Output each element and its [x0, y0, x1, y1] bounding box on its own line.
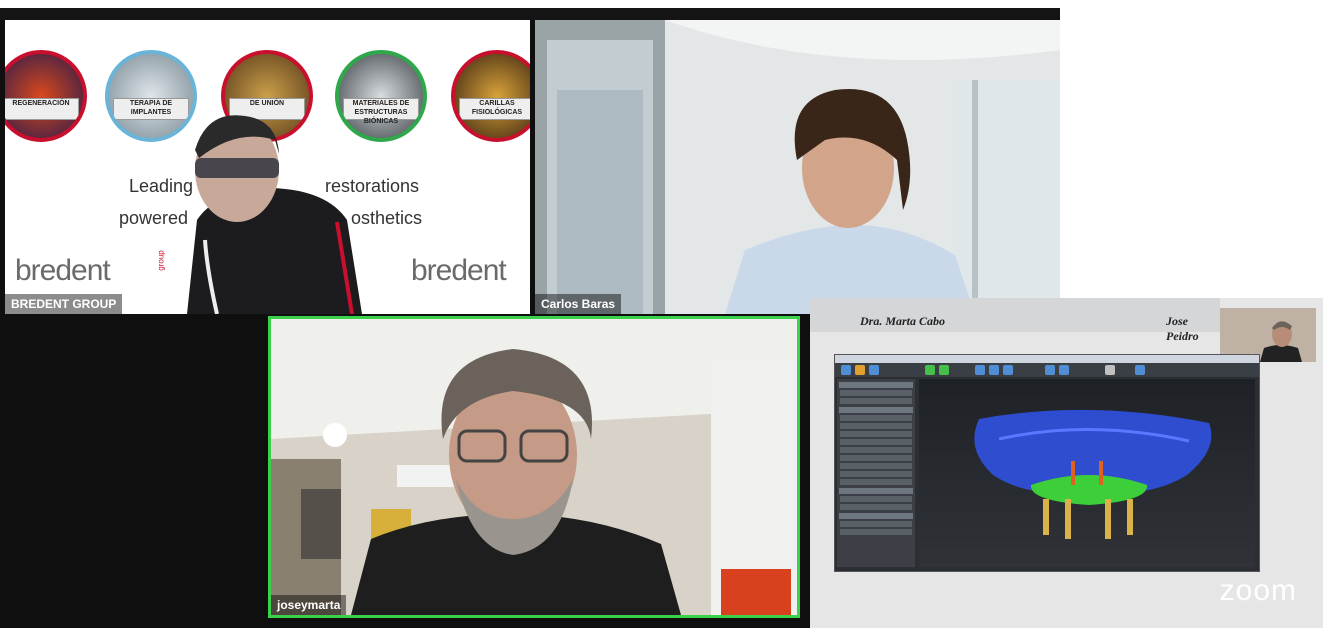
panel-row[interactable] [840, 504, 912, 510]
participant-name-joseymarta: joseymarta [271, 595, 347, 615]
share-title-left: Dra. Marta Cabo [860, 314, 946, 328]
presenter-video-bredent [187, 115, 362, 314]
participant-video-carlos [535, 20, 1060, 314]
panel-section-header [839, 488, 913, 494]
video-tile-bredent-group[interactable]: REGENERACIÓN TERAPIA DE IMPLANTES DE UNI… [5, 20, 530, 314]
badge-caption: CARILLAS FISIOLÓGICAS [459, 98, 530, 120]
app-toolbar[interactable] [835, 363, 1259, 377]
toolbar-button[interactable] [975, 365, 985, 375]
dental-implant-model [974, 409, 1212, 539]
toolbar-button[interactable] [1059, 365, 1069, 375]
panel-row[interactable] [840, 447, 912, 453]
video-tile-carlos-baras[interactable]: Carlos Baras [535, 20, 1060, 314]
badge-caption: REGENERACIÓN [5, 98, 79, 120]
panel-row[interactable] [840, 431, 912, 437]
panel-section-header [839, 513, 913, 519]
share-title-right: Jose Peidro [1166, 314, 1199, 343]
toolbar-button[interactable] [925, 365, 935, 375]
panel-row[interactable] [840, 390, 912, 396]
top-black-bar [0, 8, 1060, 20]
3d-viewport[interactable] [919, 379, 1255, 567]
panel-row[interactable] [840, 423, 912, 429]
panel-row[interactable] [840, 455, 912, 461]
badge-carillas: CARILLAS FISIOLÓGICAS [451, 50, 530, 142]
dental-cad-application[interactable] [834, 354, 1260, 572]
toolbar-button[interactable] [1105, 365, 1115, 375]
participant-video-joseymarta [271, 319, 797, 615]
panel-row[interactable] [840, 471, 912, 477]
bredent-logo-left: bredent [15, 254, 111, 287]
participant-name-bredent: BREDENT GROUP [5, 294, 123, 314]
toolbar-button[interactable] [939, 365, 949, 375]
panel-row[interactable] [840, 463, 912, 469]
app-title-bar [835, 355, 1259, 363]
panel-row[interactable] [840, 521, 912, 527]
video-tile-joseymarta-active-speaker[interactable]: joseymarta [268, 316, 800, 618]
zoom-logo: zoom [1219, 574, 1297, 607]
panel-row[interactable] [840, 439, 912, 445]
panel-row[interactable] [840, 479, 912, 485]
toolbar-button[interactable] [989, 365, 999, 375]
toolbar-button[interactable] [1003, 365, 1013, 375]
toolbar-button[interactable] [1045, 365, 1055, 375]
toolbar-button[interactable] [869, 365, 879, 375]
panel-section-header [839, 407, 913, 413]
toolbar-button[interactable] [855, 365, 865, 375]
screen-share-window[interactable]: Dra. Marta Cabo Jose Peidro joseymarta [810, 298, 1323, 628]
bredent-logo-right: bredent [411, 254, 507, 287]
panel-row[interactable] [840, 529, 912, 535]
panel-row[interactable] [840, 496, 912, 502]
badge-regeneracion: REGENERACIÓN [5, 50, 87, 142]
bredent-group-tag: group [156, 250, 166, 271]
toolbar-button[interactable] [1135, 365, 1145, 375]
participant-name-carlos: Carlos Baras [535, 294, 622, 314]
panel-row[interactable] [840, 415, 912, 421]
panel-row[interactable] [840, 398, 912, 404]
object-tree-panel[interactable] [837, 379, 915, 567]
panel-section-header [839, 382, 913, 388]
toolbar-button[interactable] [841, 365, 851, 375]
share-header: Dra. Marta Cabo Jose Peidro [810, 298, 1220, 343]
